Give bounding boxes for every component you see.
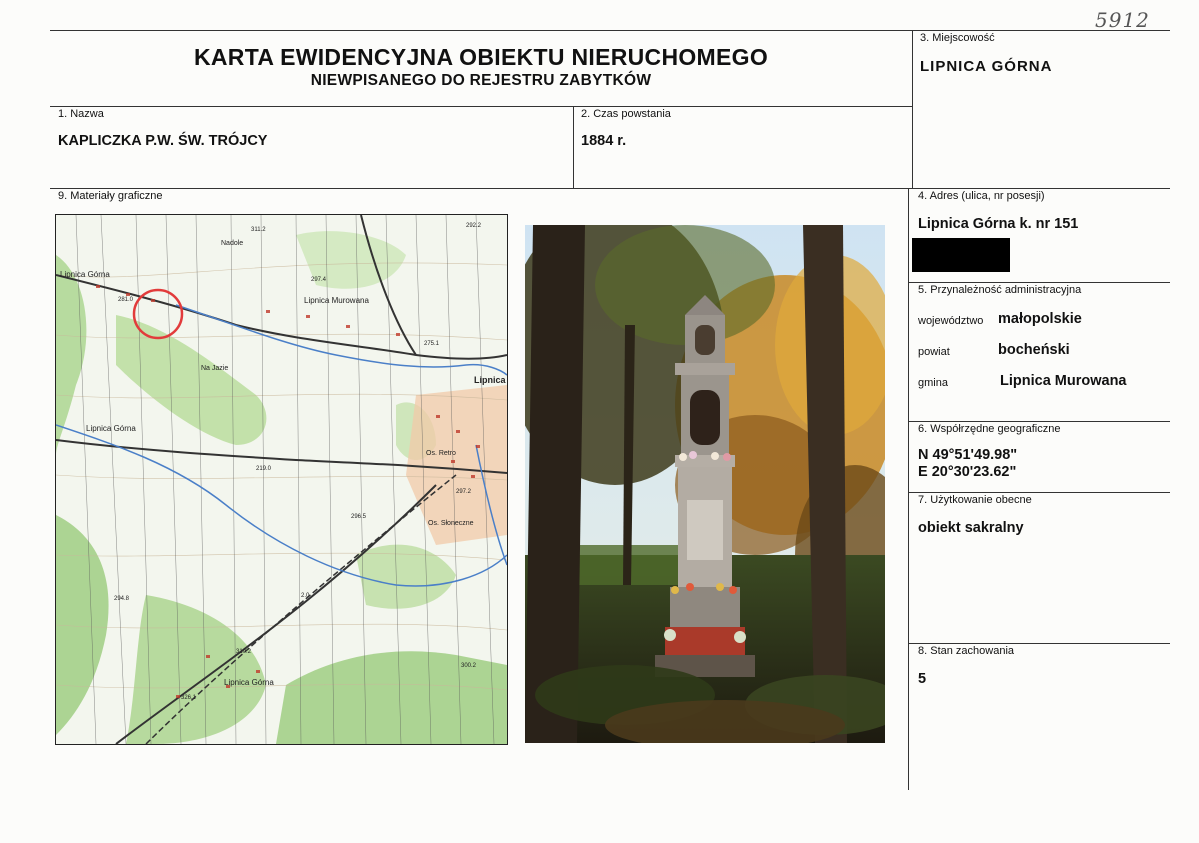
field5-label: 5. Przynależność administracyjna — [918, 284, 1082, 296]
field3-label: 3. Miejscowość — [920, 32, 995, 44]
map-label-5: Lipnica — [474, 375, 506, 385]
map-label-1: Nadole — [221, 240, 243, 247]
map-height-6: 219.0 — [256, 466, 272, 472]
map-label-3: Lipnica Murowana — [304, 296, 369, 305]
field9-label: 9. Materiały graficzne — [58, 190, 163, 202]
field3-value: LIPNICA GÓRNA — [920, 58, 1053, 75]
chapel-photo — [525, 225, 885, 743]
field4-value: Lipnica Górna k. nr 151 — [918, 216, 1079, 232]
map-label-9: Lipnica Górna — [224, 678, 274, 687]
sec7-top-line — [908, 492, 1170, 493]
admin-value-county: bocheński — [998, 342, 1070, 358]
field6-label: 6. Współrzędne geograficzne — [918, 423, 1061, 435]
sec5-top-line — [908, 282, 1170, 283]
admin-key-commune: gmina — [918, 377, 948, 389]
map-label-2: Lipnica Górna — [60, 270, 110, 279]
name-date-divider — [573, 106, 574, 188]
map-label-4: Na Jazie — [201, 365, 228, 372]
field2-label: 2. Czas powstania — [581, 108, 671, 120]
topographic-map: Nadole Lipnica Górna Lipnica Murowana Na… — [55, 214, 508, 745]
field4-label: 4. Adres (ulica, nr posesji) — [918, 190, 1045, 202]
field1-value: KAPLICZKA P.W. ŚW. TRÓJCY — [58, 133, 268, 149]
handwritten-number: 5912 — [1095, 8, 1150, 32]
row-divider — [50, 188, 1170, 189]
field8-label: 8. Stan zachowania — [918, 645, 1015, 657]
admin-key-county: powiat — [918, 346, 950, 358]
right-column-divider — [908, 188, 909, 790]
map-label-7: Os. Retro — [426, 450, 456, 457]
map-height-3: 297.4 — [311, 277, 327, 283]
map-height-10: 2.0 — [301, 593, 310, 599]
map-height-11: 310.2 — [236, 649, 252, 655]
map-height-4: 281.0 — [118, 297, 134, 303]
page-subtitle: NIEWPISANEGO DO REJESTRU ZABYTKÓW — [310, 72, 652, 89]
sec6-top-line — [908, 421, 1170, 422]
map-height-13: 326.1 — [181, 695, 197, 701]
map-graphic: Nadole Lipnica Górna Lipnica Murowana Na… — [56, 215, 507, 744]
header-bottom-line — [50, 106, 912, 107]
coord-lon: E 20°30'23.62" — [918, 464, 1017, 480]
map-label-6: Lipnica Górna — [86, 424, 136, 433]
redaction-box — [912, 238, 1010, 272]
field7-label: 7. Użytkowanie obecne — [918, 494, 1032, 506]
field1-label: 1. Nazwa — [58, 108, 104, 120]
admin-value-commune: Lipnica Murowana — [1000, 373, 1127, 389]
photo-graphic — [525, 225, 885, 743]
map-height-8: 296.5 — [351, 514, 367, 520]
top-border — [50, 30, 1170, 31]
coord-lat: N 49°51'49.98" — [918, 447, 1018, 463]
admin-key-voivodeship: województwo — [918, 315, 984, 327]
field2-value: 1884 r. — [581, 133, 627, 149]
sec8-top-line — [908, 643, 1170, 644]
map-height-1: 311.2 — [251, 227, 266, 233]
map-height-12: 300.2 — [461, 663, 477, 669]
map-height-7: 297.2 — [456, 489, 472, 495]
field8-value: 5 — [918, 671, 927, 687]
page-title: KARTA EWIDENCYJNA OBIEKTU NIERUCHOMEGO — [193, 44, 769, 70]
field7-value: obiekt sakralny — [918, 520, 1024, 536]
map-height-2: 292.2 — [466, 223, 482, 229]
admin-value-voivodeship: małopolskie — [998, 311, 1082, 327]
header-divider — [912, 30, 913, 188]
map-height-9: 294.8 — [114, 596, 130, 602]
map-label-8: Os. Słoneczne — [428, 520, 474, 527]
map-height-5: 275.1 — [424, 341, 440, 347]
